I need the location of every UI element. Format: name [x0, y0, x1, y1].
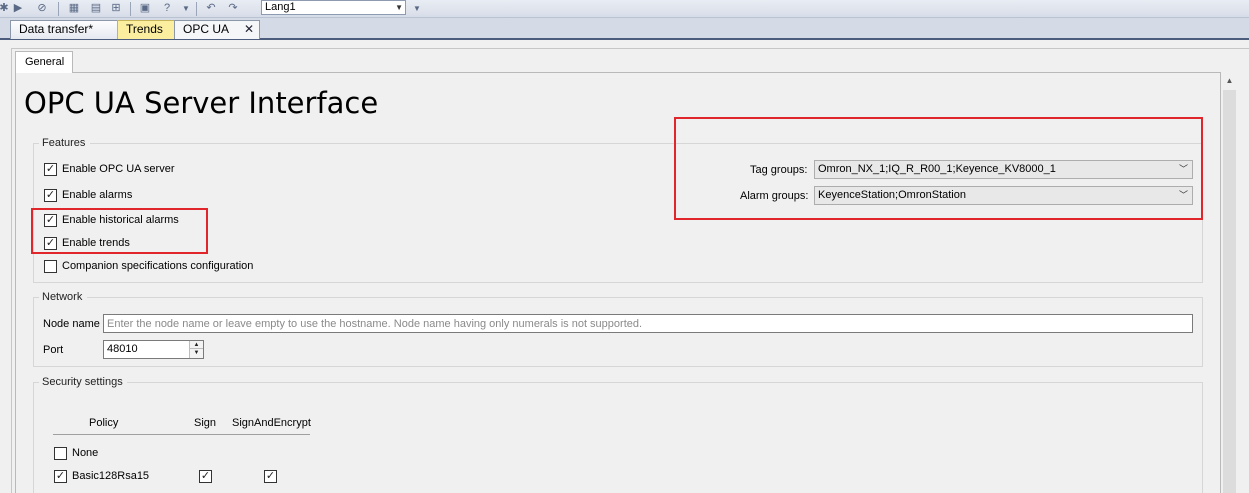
checkbox-check: ✓: [264, 469, 277, 483]
tab-trends[interactable]: Trends: [117, 20, 175, 39]
grid-icon[interactable]: ▦: [66, 1, 82, 16]
checkbox-check: [44, 259, 57, 273]
help-icon[interactable]: ?: [159, 1, 175, 16]
checkbox-check: ✓: [44, 162, 57, 176]
highlight-box: [31, 208, 208, 254]
policy-basic128rsa15-checkbox[interactable]: ✓ Basic128Rsa15: [54, 469, 149, 483]
tab-label: Data transfer*: [19, 22, 94, 36]
document-tab-bar: Data transfer* Trends OPC UA ✕: [0, 18, 1249, 40]
spin-buttons: ▲ ▼: [189, 341, 203, 358]
checkbox-label: Basic128Rsa15: [72, 470, 150, 482]
main-toolbar: ✱ ▶ ⊘ ▦ ▤ ⊞ ▣ ? ▼ ↶ ↷ Lang1 ▼ ▼: [0, 0, 1249, 18]
node-name-input[interactable]: [103, 314, 1193, 333]
network-icon[interactable]: ⊞: [108, 1, 124, 16]
tab-label: Trends: [126, 22, 163, 36]
play-icon[interactable]: ▶: [10, 1, 26, 16]
redo-icon[interactable]: ↷: [225, 1, 241, 16]
security-title: Security settings: [42, 376, 123, 388]
port-stepper[interactable]: 48010 ▲ ▼: [103, 340, 204, 359]
column-header-policy: Policy: [89, 417, 119, 429]
language-value: Lang1: [265, 1, 296, 13]
policy-none-checkbox[interactable]: None: [54, 446, 98, 460]
scroll-up-icon[interactable]: ▲: [1221, 73, 1238, 89]
tab-data-transfer[interactable]: Data transfer*: [10, 20, 118, 39]
tab-label: General: [25, 56, 65, 68]
document-icon[interactable]: ▣: [137, 1, 153, 16]
highlight-box: [674, 117, 1203, 220]
tab-general[interactable]: General: [15, 51, 73, 73]
tab-opc-ua[interactable]: OPC UA ✕: [174, 20, 260, 39]
enable-alarms-checkbox[interactable]: ✓ Enable alarms: [44, 188, 132, 202]
checkbox-label: Enable alarms: [62, 189, 133, 201]
close-icon[interactable]: ✕: [244, 21, 254, 38]
scroll-thumb[interactable]: [1223, 90, 1236, 493]
language-select[interactable]: Lang1 ▼: [261, 0, 406, 15]
spin-down-icon[interactable]: ▼: [190, 349, 203, 357]
column-header-sign-and-encrypt: SignAndEncrypt: [232, 417, 311, 429]
undo-icon[interactable]: ↶: [203, 1, 219, 16]
column-header-sign: Sign: [194, 417, 217, 429]
node-name-label: Node name: [43, 318, 100, 330]
sign-checkbox[interactable]: ✓: [199, 469, 212, 483]
checkbox-label: Enable OPC UA server: [62, 163, 175, 175]
dropdown-arrow-icon[interactable]: ▼: [409, 1, 425, 16]
stop-icon[interactable]: ⊘: [34, 1, 50, 16]
dropdown-arrow-icon[interactable]: ▼: [178, 1, 194, 16]
checkbox-check: ✓: [54, 469, 67, 483]
vertical-scrollbar[interactable]: ▲: [1221, 73, 1238, 493]
checkbox-label: None: [72, 447, 99, 459]
header-divider: [53, 434, 310, 435]
port-label: Port: [43, 344, 64, 356]
chevron-down-icon: ▼: [395, 3, 403, 12]
spin-up-icon[interactable]: ▲: [190, 341, 203, 349]
sign-and-encrypt-checkbox[interactable]: ✓: [264, 469, 277, 483]
port-value: 48010: [107, 343, 138, 355]
checkbox-label: Companion specifications configuration: [62, 260, 254, 272]
enable-opc-ua-server-checkbox[interactable]: ✓ Enable OPC UA server: [44, 162, 175, 176]
layers-icon[interactable]: ▤: [88, 1, 104, 16]
features-title: Features: [42, 137, 86, 149]
page-title: OPC UA Server Interface: [24, 86, 379, 120]
companion-specifications-checkbox[interactable]: Companion specifications configuration: [44, 259, 253, 273]
tab-label: OPC UA: [183, 22, 230, 36]
checkbox-check: ✓: [199, 469, 212, 483]
checkbox-check: ✓: [44, 188, 57, 202]
network-title: Network: [42, 291, 83, 303]
checkbox-check: [54, 446, 67, 460]
